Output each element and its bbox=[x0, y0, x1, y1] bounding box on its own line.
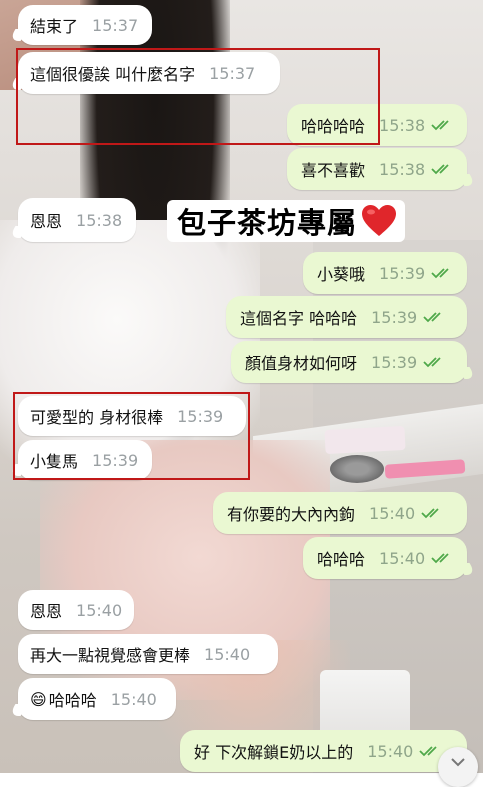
message-text: 小葵哦 bbox=[317, 265, 366, 284]
watermark-label: 包子茶坊專屬 bbox=[167, 200, 405, 242]
message-time: 15:40 bbox=[379, 548, 426, 568]
message-bubble-outgoing[interactable]: 哈哈哈 15:40 bbox=[303, 537, 467, 579]
message-bubble-incoming[interactable]: 恩恩 15:40 bbox=[18, 590, 134, 630]
message-text: 結束了 bbox=[30, 17, 79, 36]
double-check-icon bbox=[423, 311, 447, 323]
double-check-icon bbox=[431, 552, 455, 564]
message-text: 哈哈哈 bbox=[317, 550, 366, 569]
highlight-box bbox=[16, 48, 380, 145]
double-check-icon bbox=[431, 163, 455, 175]
double-check-icon bbox=[423, 356, 447, 368]
red-heart-icon bbox=[362, 205, 397, 236]
message-text: 有你要的大內內鉤 bbox=[227, 505, 356, 524]
double-check-icon bbox=[431, 119, 455, 131]
message-bubble-outgoing[interactable]: 好 下次解鎖E奶以上的 15:40 bbox=[180, 730, 467, 772]
message-bubble-incoming[interactable]: 再大一點視覺感會更棒 15:40 bbox=[18, 634, 278, 674]
smiley-icon: 😄 bbox=[30, 689, 47, 709]
message-time: 15:40 bbox=[369, 503, 416, 523]
message-time: 15:38 bbox=[76, 210, 123, 230]
message-text: 哈哈哈 bbox=[48, 691, 97, 710]
message-text: 這個名字 哈哈哈 bbox=[240, 309, 358, 328]
message-time: 15:39 bbox=[371, 352, 418, 372]
message-time: 15:38 bbox=[379, 159, 426, 179]
double-check-icon bbox=[431, 267, 455, 279]
highlight-box bbox=[13, 392, 250, 480]
message-bubble-outgoing[interactable]: 小葵哦 15:39 bbox=[303, 252, 467, 294]
double-check-icon bbox=[419, 745, 443, 757]
scroll-down-button[interactable] bbox=[438, 747, 478, 787]
message-time: 15:38 bbox=[379, 115, 426, 135]
message-time: 15:40 bbox=[204, 644, 251, 664]
message-text: 恩恩 bbox=[30, 212, 63, 231]
double-check-icon bbox=[421, 507, 445, 519]
message-bubble-incoming[interactable]: 恩恩 15:38 bbox=[18, 198, 136, 242]
message-text: 喜不喜歡 bbox=[301, 161, 366, 180]
message-time: 15:40 bbox=[110, 689, 157, 709]
message-bubble-incoming[interactable]: 結束了 15:37 bbox=[18, 5, 152, 45]
chevron-down-icon bbox=[451, 758, 465, 767]
message-bubble-incoming[interactable]: 😄 哈哈哈 15:40 bbox=[18, 678, 176, 720]
message-bubble-outgoing[interactable]: 有你要的大內內鉤 15:40 bbox=[213, 492, 467, 534]
message-time: 15:40 bbox=[76, 600, 123, 620]
message-bubble-outgoing[interactable]: 喜不喜歡 15:38 bbox=[287, 148, 467, 190]
message-time: 15:39 bbox=[379, 263, 426, 283]
message-text: 恩恩 bbox=[30, 602, 63, 621]
message-text: 好 下次解鎖E奶以上的 bbox=[194, 743, 354, 762]
message-time: 15:40 bbox=[367, 741, 414, 761]
message-bubble-outgoing[interactable]: 顏值身材如何呀 15:39 bbox=[231, 341, 467, 383]
message-time: 15:37 bbox=[92, 15, 139, 35]
message-time: 15:39 bbox=[371, 307, 418, 327]
watermark-text: 包子茶坊專屬 bbox=[177, 206, 358, 240]
message-text: 顏值身材如何呀 bbox=[245, 354, 358, 373]
message-text: 再大一點視覺感會更棒 bbox=[30, 646, 191, 665]
message-bubble-outgoing[interactable]: 這個名字 哈哈哈 15:39 bbox=[226, 296, 467, 338]
